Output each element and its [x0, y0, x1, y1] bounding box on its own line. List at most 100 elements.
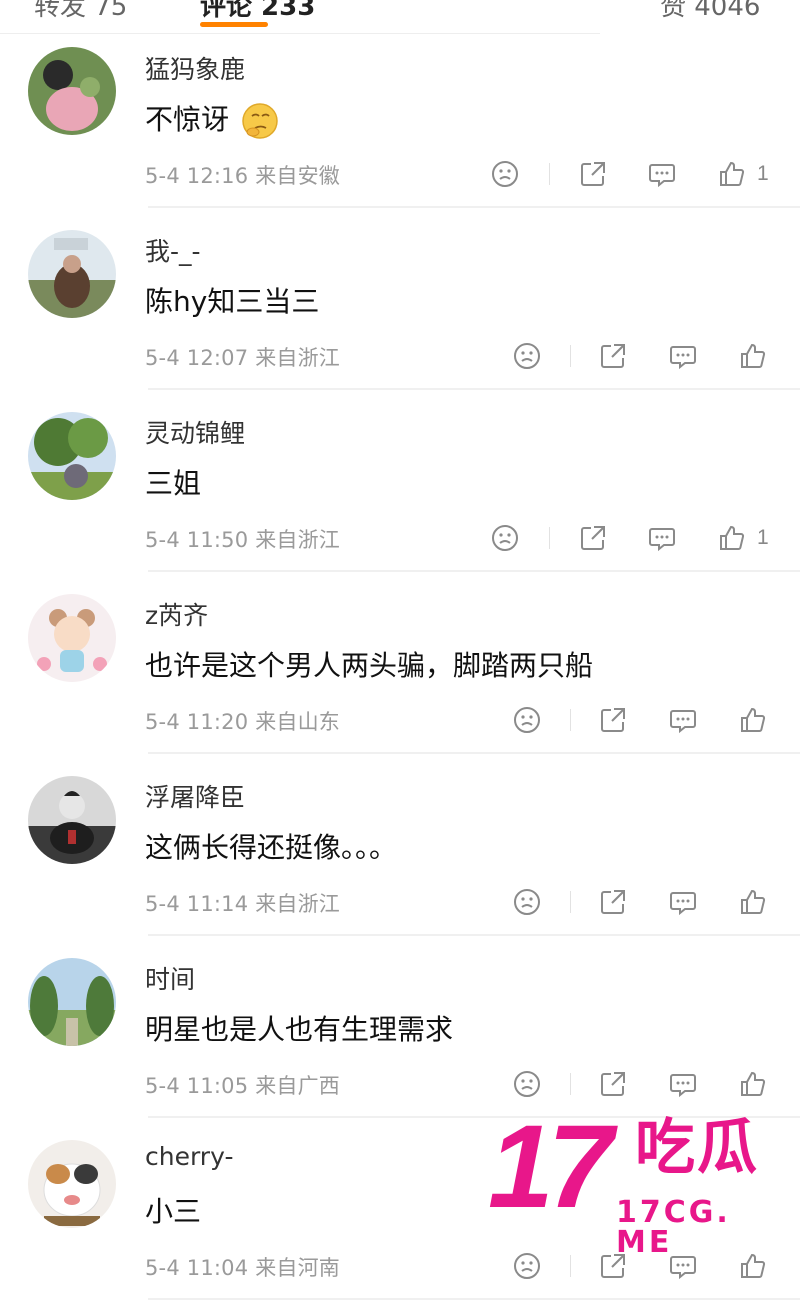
- comment-button[interactable]: [668, 885, 698, 919]
- like-button[interactable]: [738, 703, 768, 737]
- like-count: 1: [757, 526, 769, 549]
- thinking-face-icon: [242, 103, 278, 139]
- comment-bubble-icon: [670, 346, 696, 370]
- avatar[interactable]: [28, 958, 116, 1046]
- username[interactable]: 浮屠降臣: [145, 778, 245, 814]
- frown-face-icon: [514, 1253, 540, 1279]
- action-separator: [570, 345, 571, 367]
- dislike-button[interactable]: [512, 1067, 542, 1101]
- action-separator: [570, 709, 571, 731]
- frown-face-icon: [492, 525, 518, 551]
- comment-item: 我-_- 陈hy知三当三 5-4 12:07 来自浙江: [0, 220, 800, 402]
- action-separator: [570, 1073, 571, 1095]
- comment-bubble-icon: [649, 528, 675, 552]
- share-button[interactable]: [578, 157, 608, 191]
- username[interactable]: z芮齐: [145, 596, 208, 632]
- watermark-number: 17: [488, 1101, 613, 1233]
- username[interactable]: 我-_-: [145, 232, 201, 268]
- dislike-button[interactable]: [490, 157, 520, 191]
- comment-item: z芮齐 也许是这个男人两头骗，脚踏两只船 5-4 11:20 来自山东: [0, 584, 800, 766]
- like-button[interactable]: [738, 339, 768, 373]
- dislike-button[interactable]: [512, 1249, 542, 1283]
- comment-bubble-icon: [670, 710, 696, 734]
- tab-active-indicator: [200, 22, 268, 27]
- thumbs-up-icon: [741, 889, 766, 914]
- tab-reposts[interactable]: 转发 75: [34, 0, 127, 23]
- comment-actions: [0, 339, 800, 373]
- comment-item: 猛犸象鹿 不惊讶 5-4 12:16 来自安徽 1: [0, 38, 800, 220]
- username[interactable]: 猛犸象鹿: [145, 50, 245, 86]
- frown-face-icon: [492, 161, 518, 187]
- action-separator: [570, 1255, 571, 1277]
- frown-face-icon: [514, 343, 540, 369]
- comment-bubble-icon: [649, 164, 675, 188]
- avatar[interactable]: [28, 412, 116, 500]
- comment-button[interactable]: [647, 157, 677, 191]
- comment-item: 浮屠降臣 这俩长得还挺像。。。 5-4 11:14 来自浙江: [0, 766, 800, 948]
- frown-face-icon: [514, 707, 540, 733]
- thumbs-up-icon: [741, 343, 766, 368]
- avatar[interactable]: [28, 47, 116, 135]
- comment-text: 明星也是人也有生理需求: [145, 1013, 454, 1046]
- share-button[interactable]: [578, 521, 608, 555]
- comment-text: 不惊讶: [145, 98, 280, 141]
- comment-actions: [0, 1067, 800, 1101]
- comment-item: 灵动锦鲤 三姐 5-4 11:50 来自浙江 1: [0, 402, 800, 584]
- avatar[interactable]: [28, 230, 116, 318]
- comment-button[interactable]: [668, 339, 698, 373]
- thumbs-up-icon: [720, 161, 745, 186]
- share-button[interactable]: [598, 885, 628, 919]
- comment-list: 猛犸象鹿 不惊讶 5-4 12:16 来自安徽 1 我-_- 陈hy知三当三 5…: [0, 38, 800, 1301]
- frown-face-icon: [514, 1071, 540, 1097]
- share-button[interactable]: [598, 703, 628, 737]
- comment-button[interactable]: [668, 703, 698, 737]
- like-button[interactable]: 1: [717, 521, 769, 555]
- share-icon: [581, 162, 605, 186]
- share-icon: [601, 344, 625, 368]
- comment-bubble-icon: [670, 892, 696, 916]
- dislike-button[interactable]: [490, 521, 520, 555]
- share-icon: [601, 890, 625, 914]
- comment-button[interactable]: [668, 1067, 698, 1101]
- like-button[interactable]: [738, 1067, 768, 1101]
- divider: [148, 1298, 800, 1300]
- comment-text: 也许是这个男人两头骗，脚踏两只船: [145, 649, 594, 682]
- divider: [148, 570, 800, 572]
- divider: [148, 388, 800, 390]
- username[interactable]: 灵动锦鲤: [145, 414, 245, 450]
- username[interactable]: 时间: [145, 960, 195, 996]
- dislike-button[interactable]: [512, 339, 542, 373]
- username[interactable]: cherry-: [145, 1142, 233, 1171]
- action-separator: [570, 891, 571, 913]
- dislike-button[interactable]: [512, 703, 542, 737]
- divider: [148, 752, 800, 754]
- comment-button[interactable]: [647, 521, 677, 555]
- divider: [148, 934, 800, 936]
- thumbs-up-icon: [741, 707, 766, 732]
- comment-bubble-icon: [670, 1074, 696, 1098]
- frown-face-icon: [514, 889, 540, 915]
- action-separator: [549, 527, 550, 549]
- tab-comments[interactable]: 评论 233: [200, 0, 315, 23]
- avatar[interactable]: [28, 1140, 116, 1228]
- like-button[interactable]: [738, 885, 768, 919]
- like-button[interactable]: 1: [717, 157, 769, 191]
- comment-text: 这俩长得还挺像。。。: [145, 831, 398, 864]
- share-button[interactable]: [598, 1067, 628, 1101]
- watermark-url: 17CG. ME: [616, 1195, 731, 1260]
- comment-actions: 1: [0, 157, 800, 191]
- comment-text: 陈hy知三当三: [145, 285, 320, 318]
- comment-text: 三姐: [145, 467, 202, 500]
- tab-bar: 转发 75 评论 233 赞 4046: [0, 0, 800, 38]
- share-button[interactable]: [598, 339, 628, 373]
- dislike-button[interactable]: [512, 885, 542, 919]
- like-count: 1: [757, 162, 769, 185]
- thumbs-up-icon: [720, 525, 745, 550]
- comment-item: 时间 明星也是人也有生理需求 5-4 11:05 来自广西: [0, 948, 800, 1130]
- comment-actions: 1: [0, 521, 800, 555]
- avatar[interactable]: [28, 776, 116, 864]
- avatar[interactable]: [28, 594, 116, 682]
- watermark-logo: 17 吃瓜 17CG. ME: [488, 1108, 800, 1258]
- tab-likes[interactable]: 赞 4046: [660, 0, 760, 23]
- watermark-text: 吃瓜: [635, 1113, 759, 1183]
